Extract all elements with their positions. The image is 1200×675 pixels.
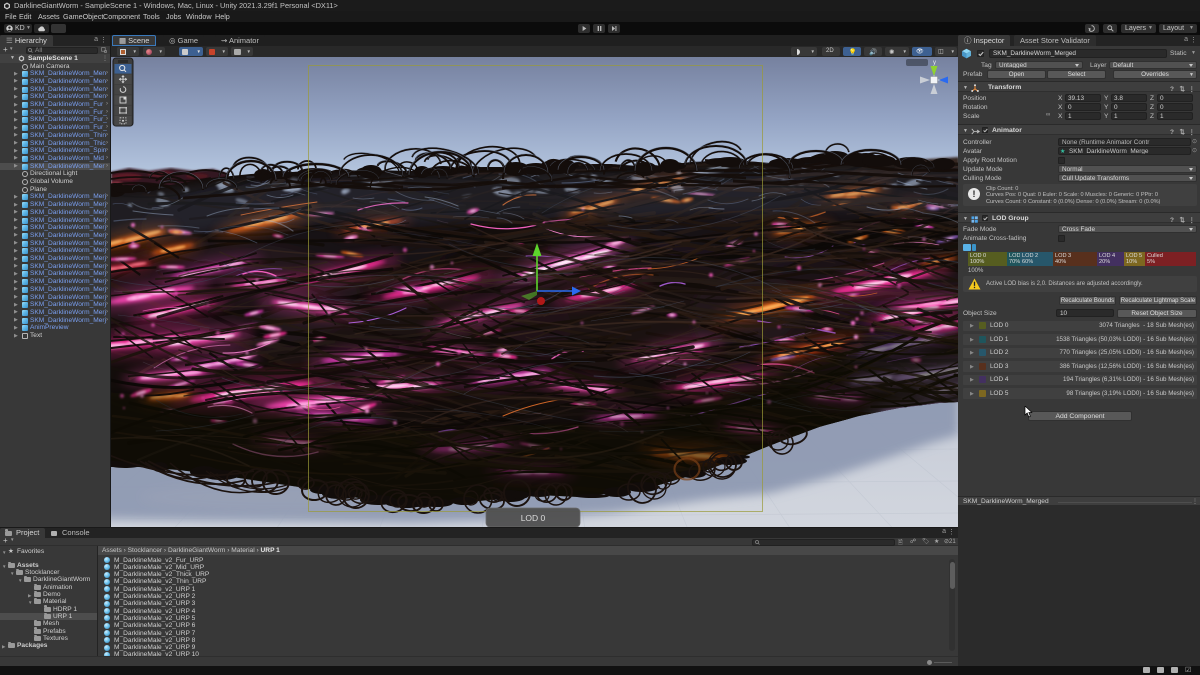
svg-text:y: y	[933, 60, 936, 66]
svg-text:LOD 0: LOD 0	[521, 513, 546, 523]
